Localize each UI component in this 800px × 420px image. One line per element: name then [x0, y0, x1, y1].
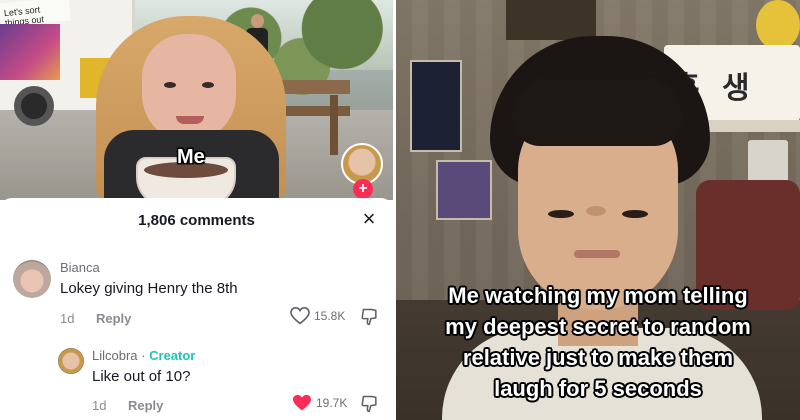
shelf — [506, 0, 596, 40]
avatar[interactable] — [13, 260, 51, 298]
video-overlay-text: Me — [177, 146, 205, 168]
comment-age: 1d — [60, 311, 75, 326]
tiktok-screenshot-panel: Let's sort things out Me + 1,806 comment… — [0, 0, 393, 420]
like-button[interactable]: 15.8K — [290, 307, 345, 325]
bench-leg — [330, 95, 338, 155]
dislike-icon[interactable] — [360, 394, 380, 414]
comment-username[interactable]: Bianca — [60, 260, 100, 275]
wall-device — [748, 140, 788, 184]
heart-icon — [293, 394, 311, 411]
dislike-icon[interactable] — [360, 307, 380, 327]
caption-line: my deepest secret to random — [445, 314, 751, 339]
comment-text: Like out of 10? — [92, 368, 191, 385]
comment-username[interactable]: Lilcobra — [92, 348, 138, 363]
caption-line: Me watching my mom telling — [448, 283, 748, 308]
yellow-decoration — [756, 0, 800, 50]
comment-username-row: Lilcobra · Creator — [92, 348, 195, 363]
reply-button[interactable]: Reply — [96, 311, 131, 326]
caption-line: laugh for 5 seconds — [494, 376, 702, 401]
truck-wheel — [14, 86, 54, 126]
creator-badge: Creator — [149, 348, 196, 363]
like-count: 19.7K — [316, 396, 348, 410]
avatar[interactable] — [58, 348, 84, 374]
caption-line: relative just to make them — [462, 345, 734, 370]
follow-plus-icon[interactable]: + — [353, 179, 373, 199]
comments-sheet: 1,806 comments × Bianca Lokey giving Hen… — [0, 198, 393, 420]
reply-button[interactable]: Reply — [128, 398, 163, 413]
woman-holding-cup — [96, 12, 286, 200]
comments-count-title: 1,806 comments — [138, 212, 255, 229]
like-count: 15.8K — [314, 309, 346, 323]
truck-artwork — [0, 24, 60, 80]
like-button[interactable]: 19.7K — [292, 394, 347, 412]
reaction-image-panel: 흠 생 일 Me watching my mom telling my deep… — [396, 0, 800, 420]
close-icon[interactable]: × — [358, 208, 380, 230]
comment-age: 1d — [92, 398, 107, 413]
comment-item: Lilcobra · Creator Like out of 10? 1d Re… — [0, 348, 393, 420]
wall-poster — [410, 60, 462, 152]
comment-text: Lokey giving Henry the 8th — [60, 280, 238, 297]
separator-dot: · — [141, 348, 146, 363]
video-frame: Let's sort things out Me + — [0, 0, 393, 200]
comment-item: Bianca Lokey giving Henry the 8th 1d Rep… — [0, 260, 393, 340]
heart-icon — [290, 307, 310, 325]
meme-caption: Me watching my mom telling my deepest se… — [396, 280, 800, 404]
